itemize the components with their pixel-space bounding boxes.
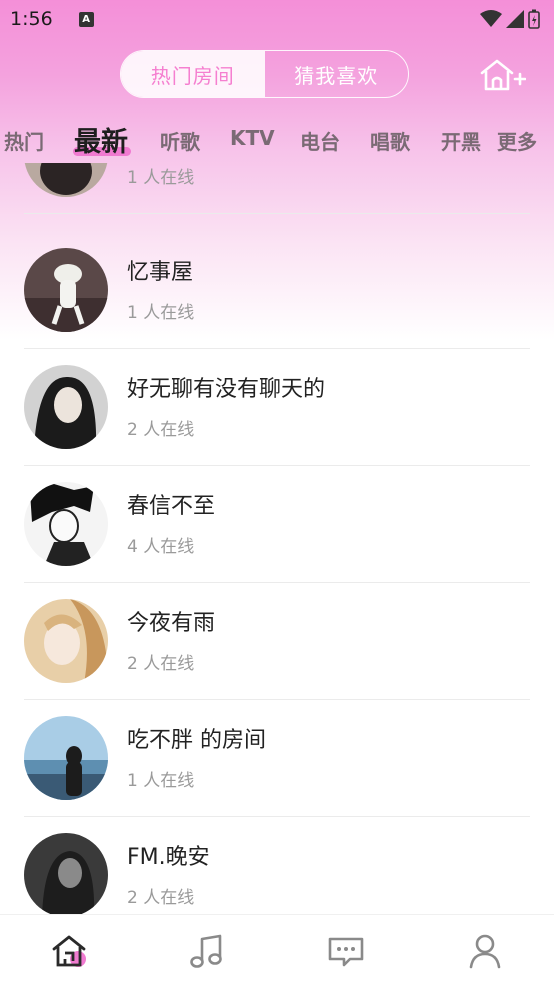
nav-profile[interactable] — [465, 931, 505, 971]
avatar — [24, 365, 108, 449]
tab-gaming[interactable]: 开黑 — [441, 126, 481, 155]
nav-music[interactable] — [188, 931, 228, 971]
room-item[interactable]: 今夜有雨 2 人在线 — [0, 583, 554, 700]
tab-guess-you-like[interactable]: 猜我喜欢 — [265, 51, 409, 97]
avatar — [24, 833, 108, 914]
tab-hot[interactable]: 热门 — [4, 126, 44, 155]
tab-ktv[interactable]: KTV — [230, 126, 275, 150]
room-item[interactable]: 好无聊有没有聊天的 2 人在线 — [0, 349, 554, 466]
status-icons — [480, 9, 540, 29]
notification-icon: A — [78, 11, 94, 27]
nav-home[interactable] — [50, 931, 90, 971]
category-tabs: 热门 最新 听歌 KTV 电台 唱歌 开黑 更多 — [0, 118, 554, 162]
tab-listen[interactable]: 听歌 — [160, 126, 200, 155]
wifi-icon — [480, 10, 502, 27]
room-item[interactable]: 吃不胖 的房间 1 人在线 — [0, 700, 554, 817]
room-item[interactable]: 春信不至 4 人在线 — [0, 466, 554, 583]
avatar — [24, 716, 108, 800]
divider — [24, 213, 530, 214]
room-online-count: 1 人在线 — [127, 303, 195, 323]
room-item[interactable]: FM.晚安 2 人在线 — [0, 817, 554, 914]
battery-icon — [528, 9, 540, 29]
room-online-count: 2 人在线 — [127, 888, 195, 908]
tab-more[interactable]: 更多 — [497, 126, 537, 155]
chat-icon — [328, 937, 364, 967]
signal-icon — [506, 10, 524, 28]
home-add-icon — [480, 59, 527, 91]
room-title: 今夜有雨 — [127, 611, 216, 636]
room-title: 吃不胖 的房间 — [127, 728, 266, 753]
room-online-count: 2 人在线 — [127, 420, 195, 440]
room-type-switch: 热门房间 猜我喜欢 — [120, 50, 409, 98]
room-title: 春信不至 — [127, 494, 216, 519]
bottom-nav — [0, 914, 554, 985]
status-bar: 1:56 A — [0, 0, 554, 38]
avatar — [24, 248, 108, 332]
music-note-icon — [190, 934, 222, 968]
avatar — [24, 482, 108, 566]
room-title: FM.晚安 — [127, 845, 210, 870]
avatar — [24, 599, 108, 683]
tab-newest[interactable]: 最新 — [74, 120, 128, 159]
room-title: 好无聊有没有聊天的 — [127, 377, 326, 402]
room-online-count: 1 人在线 — [127, 168, 195, 188]
tab-hot-rooms[interactable]: 热门房间 — [121, 51, 265, 97]
create-room-button[interactable] — [478, 57, 527, 93]
room-online-count: 4 人在线 — [127, 537, 195, 557]
room-list: 1 人在线 忆事屋 1 人在线 好无聊有没有聊天的 2 人在线 春信不至 4 人… — [0, 163, 554, 914]
room-item[interactable]: 1 人在线 — [0, 163, 554, 214]
status-time: 1:56 — [10, 8, 53, 30]
room-online-count: 2 人在线 — [127, 654, 195, 674]
tab-sing[interactable]: 唱歌 — [370, 126, 410, 155]
avatar — [24, 163, 108, 197]
room-item[interactable]: 忆事屋 1 人在线 — [0, 232, 554, 349]
room-online-count: 1 人在线 — [127, 771, 195, 791]
home-icon — [52, 935, 86, 967]
nav-messages[interactable] — [326, 931, 366, 971]
profile-icon — [469, 934, 501, 969]
tab-radio[interactable]: 电台 — [300, 126, 340, 155]
room-title: 忆事屋 — [127, 260, 194, 285]
